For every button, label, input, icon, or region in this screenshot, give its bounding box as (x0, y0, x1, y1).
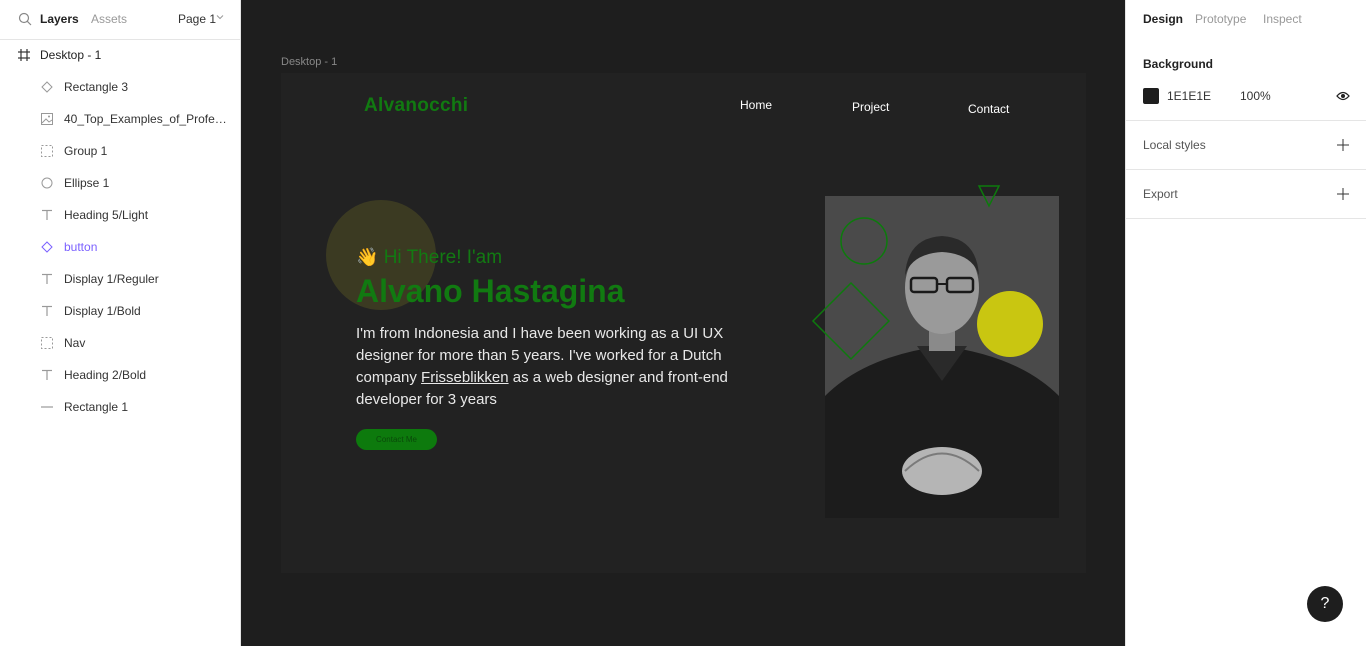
text-icon (42, 209, 52, 220)
local-styles-title: Local styles (1143, 138, 1206, 152)
layer-desktop-1[interactable]: Desktop - 1 (0, 39, 240, 71)
decorative-shapes (811, 185, 1001, 361)
properties-panel: Design Prototype Inspect Background 1E1E… (1125, 0, 1366, 646)
layer-label: Heading 5/Light (64, 208, 149, 222)
layer-item[interactable]: Rectangle 1 (0, 391, 240, 423)
layer-label: Ellipse 1 (64, 176, 110, 190)
outline-diamond-shape (811, 281, 891, 361)
layer-item[interactable]: Heading 2/Bold (0, 359, 240, 391)
outline-triangle-shape (977, 185, 1001, 208)
tab-prototype[interactable]: Prototype (1195, 12, 1246, 26)
layers-panel: Layers Assets Page 1 Desktop - 1 Rectang… (0, 0, 241, 646)
chevron-down-icon[interactable] (216, 13, 224, 21)
plus-icon[interactable] (1337, 188, 1349, 200)
layer-item[interactable]: Display 1/Reguler (0, 263, 240, 295)
background-title: Background (1143, 57, 1214, 71)
layer-label: Group 1 (64, 144, 108, 158)
layer-item[interactable]: Group 1 (0, 135, 240, 167)
layer-label: Rectangle 3 (64, 80, 129, 94)
export-section: Export (1126, 170, 1366, 219)
contact-me-button[interactable]: Contact Me (356, 429, 437, 450)
site-logo[interactable]: Alvanocchi (364, 95, 468, 117)
tab-layers[interactable]: Layers (40, 12, 79, 26)
layer-item[interactable]: Display 1/Bold (0, 295, 240, 327)
layers-panel-header: Layers Assets Page 1 (0, 0, 240, 40)
page-selector[interactable]: Page 1 (178, 12, 216, 26)
tab-design[interactable]: Design (1143, 12, 1183, 26)
layer-label: Rectangle 1 (64, 400, 129, 414)
layer-item[interactable]: button (0, 231, 240, 263)
outline-circle-shape (840, 217, 888, 265)
layer-item[interactable]: Rectangle 3 (0, 71, 240, 103)
image-icon (41, 113, 53, 125)
frame-icon (18, 49, 30, 61)
layer-item[interactable]: Ellipse 1 (0, 167, 240, 199)
tab-assets[interactable]: Assets (91, 12, 127, 26)
layer-label: Display 1/Bold (64, 304, 141, 318)
layer-item[interactable]: 40_Top_Examples_of_Professi... (0, 103, 240, 135)
nav-home[interactable]: Home (740, 98, 772, 112)
company-link[interactable]: Frisseblikken (421, 369, 509, 386)
component-icon (41, 241, 53, 253)
text-icon (42, 369, 52, 380)
background-hex-input[interactable]: 1E1E1E (1167, 89, 1211, 103)
group-icon (41, 337, 53, 349)
nav-project[interactable]: Project (852, 100, 889, 114)
plus-icon[interactable] (1337, 139, 1349, 151)
local-styles-section: Local styles (1126, 121, 1366, 170)
background-color-swatch[interactable] (1143, 88, 1159, 104)
layer-label: Display 1/Reguler (64, 272, 159, 286)
layer-label: Heading 2/Bold (64, 368, 147, 382)
layer-label: Desktop - 1 (40, 48, 102, 62)
ellipse-icon (41, 177, 53, 189)
design-canvas[interactable]: Desktop - 1 Alvanocchi Home Project Cont… (241, 0, 1125, 646)
search-icon[interactable] (18, 12, 32, 26)
text-icon (42, 305, 52, 316)
layer-item[interactable]: Nav (0, 327, 240, 359)
frame-label[interactable]: Desktop - 1 (281, 56, 337, 68)
properties-tabs: Design Prototype Inspect (1126, 0, 1366, 40)
display-name[interactable]: Alvano Hastagina (356, 273, 625, 310)
bio-paragraph[interactable]: I'm from Indonesia and I have been worki… (356, 323, 776, 411)
background-section: Background (1126, 40, 1366, 121)
line-icon (41, 406, 53, 408)
layer-label: Nav (64, 336, 86, 350)
help-button[interactable]: ? (1307, 586, 1343, 622)
nav-contact[interactable]: Contact (968, 102, 1009, 116)
layer-label: 40_Top_Examples_of_Professi... (64, 112, 232, 126)
layer-label: button (64, 240, 98, 254)
text-icon (42, 273, 52, 284)
waving-hand-icon: 👋 (356, 247, 379, 267)
desktop-frame[interactable]: Alvanocchi Home Project Contact 👋 Hi The… (281, 73, 1086, 573)
greeting-heading[interactable]: 👋 Hi There! I'am (356, 247, 502, 269)
eye-icon[interactable] (1336, 90, 1350, 102)
tab-inspect[interactable]: Inspect (1263, 12, 1302, 26)
layer-item[interactable]: Heading 5/Light (0, 199, 240, 231)
group-icon (41, 145, 53, 157)
diamond-icon (41, 81, 53, 93)
export-title: Export (1143, 187, 1178, 201)
background-opacity-input[interactable]: 100% (1240, 89, 1271, 103)
greeting-text: Hi There! I'am (383, 247, 503, 268)
